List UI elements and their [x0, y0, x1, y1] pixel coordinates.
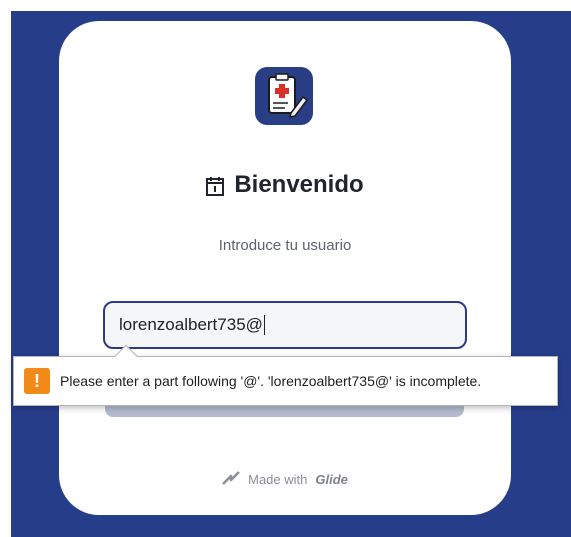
- glide-logo-icon: [222, 471, 240, 488]
- username-value: lorenzoalbert735@: [119, 315, 263, 334]
- login-card: Bienvenido Introduce tu usuario lorenzoa…: [59, 21, 511, 515]
- subtitle: Introduce tu usuario: [218, 237, 352, 254]
- login-screen: Bienvenido Introduce tu usuario lorenzoa…: [0, 0, 571, 537]
- calendar-icon: [206, 175, 225, 196]
- title-text: Bienvenido: [234, 171, 364, 198]
- medical-clipboard-icon: [255, 67, 313, 125]
- text-caret: [263, 315, 265, 335]
- footer-prefix: Made with: [248, 472, 308, 487]
- warning-icon: !: [24, 368, 50, 394]
- validation-message: Please enter a part following '@'. 'lore…: [60, 373, 482, 389]
- footer-brand: Glide: [315, 472, 348, 487]
- validation-tooltip: ! Please enter a part following '@'. 'lo…: [13, 344, 558, 406]
- made-with-glide-footer[interactable]: Made with Glide: [59, 471, 511, 488]
- page-title: Bienvenido: [59, 171, 511, 199]
- username-input[interactable]: lorenzoalbert735@: [103, 301, 467, 349]
